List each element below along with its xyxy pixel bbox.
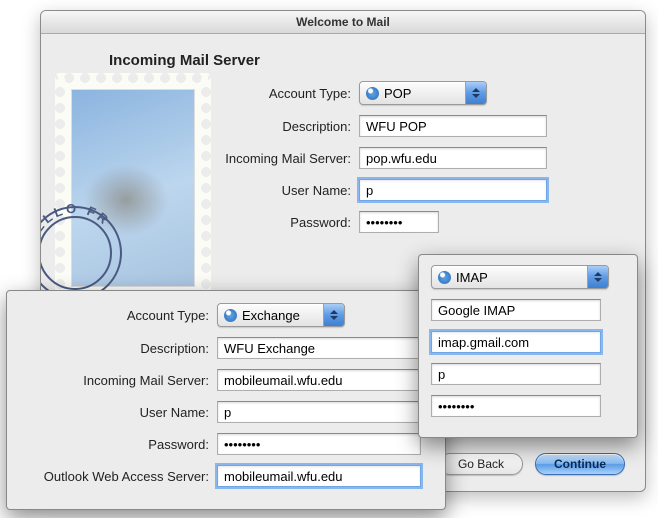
account-type-select-imap[interactable]: IMAP xyxy=(431,265,609,289)
account-type-select-exchange[interactable]: Exchange xyxy=(217,303,345,327)
description-input-imap[interactable] xyxy=(431,299,601,321)
label-incoming-server: Incoming Mail Server: xyxy=(61,151,359,166)
account-type-value-ex: Exchange xyxy=(242,308,306,323)
window-titlebar: Welcome to Mail xyxy=(41,11,645,34)
label-owa: Outlook Web Access Server: xyxy=(19,469,217,484)
globe-icon xyxy=(438,271,451,284)
go-back-button[interactable]: Go Back xyxy=(439,453,523,475)
label-account-type-ex: Account Type: xyxy=(19,308,217,323)
description-input-exchange[interactable] xyxy=(217,337,421,359)
exchange-panel: Account Type: Exchange Description: Inco… xyxy=(6,290,446,510)
username-input-imap[interactable] xyxy=(431,363,601,385)
description-input-pop[interactable] xyxy=(359,115,547,137)
label-account-type: Account Type: xyxy=(61,86,359,101)
password-input-exchange[interactable] xyxy=(217,433,421,455)
username-input-exchange[interactable] xyxy=(217,401,421,423)
label-description-ex: Description: xyxy=(19,341,217,356)
account-type-value-imap: IMAP xyxy=(456,270,494,285)
section-title: Incoming Mail Server xyxy=(109,52,625,69)
window-title: Welcome to Mail xyxy=(296,15,390,29)
imap-panel: IMAP xyxy=(418,254,638,438)
server-input-exchange[interactable] xyxy=(217,369,421,391)
continue-button[interactable]: Continue xyxy=(535,453,625,475)
server-input-pop[interactable] xyxy=(359,147,547,169)
label-server-ex: Incoming Mail Server: xyxy=(19,373,217,388)
globe-icon xyxy=(366,87,379,100)
username-input-pop[interactable] xyxy=(359,179,547,201)
owa-input-exchange[interactable] xyxy=(217,465,421,487)
label-user-ex: User Name: xyxy=(19,405,217,420)
password-input-imap[interactable] xyxy=(431,395,601,417)
select-arrows-icon xyxy=(465,82,486,104)
server-input-imap[interactable] xyxy=(431,331,601,353)
password-input-pop[interactable] xyxy=(359,211,439,233)
button-row: Go Back Continue xyxy=(439,453,625,475)
label-pass-ex: Password: xyxy=(19,437,217,452)
select-arrows-icon xyxy=(323,304,344,326)
label-user-name: User Name: xyxy=(61,183,359,198)
account-type-select-pop[interactable]: POP xyxy=(359,81,487,105)
label-password: Password: xyxy=(61,215,359,230)
globe-icon xyxy=(224,309,237,322)
window-content: Incoming Mail Server HELLO FR xyxy=(41,34,645,233)
label-description: Description: xyxy=(61,119,359,134)
select-arrows-icon xyxy=(587,266,608,288)
account-type-value: POP xyxy=(384,86,417,101)
